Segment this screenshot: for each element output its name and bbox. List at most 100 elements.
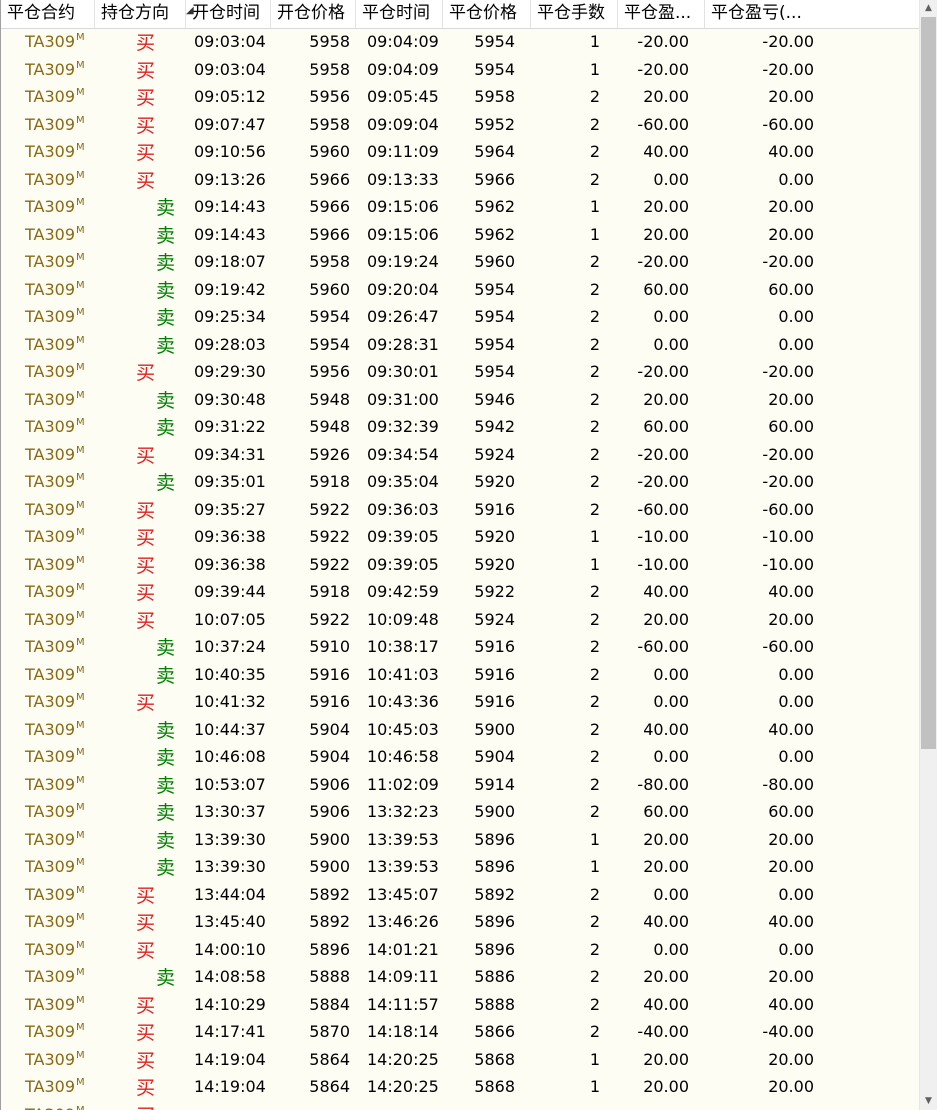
main-contract-marker: M <box>76 719 85 731</box>
table-row[interactable]: TA309M 买 09:03:04 5958 09:04:09 5954 1 -20.00 -2… <box>1 56 919 84</box>
cell-contract: TA309M <box>1 170 91 189</box>
table-row[interactable]: TA309M 买 09:05:12 5956 09:05:45 5958 2 20.00 20.… <box>1 83 919 111</box>
table-row[interactable]: TA309M 买 09:36:38 5922 09:39:05 5920 1 -10.00 -1… <box>1 523 919 551</box>
main-contract-marker: M <box>76 994 85 1006</box>
cell-close-time: 13:32:23 <box>367 802 439 822</box>
table-header: 平仓合约 持仓方向 ◢ 开仓时间 开仓价格 平仓时间 平仓价格 平仓手数 平仓盈.… <box>1 0 919 29</box>
cell-close-price: 5896 <box>474 939 515 959</box>
column-header-contract[interactable]: 平仓合约 <box>1 0 95 28</box>
cell-close-lots: 2 <box>589 417 600 437</box>
cell-close-price: 5946 <box>474 389 515 409</box>
table-row[interactable]: TA309M 买 10:07:05 5922 10:09:48 5924 2 20.00 20.… <box>1 606 919 634</box>
scroll-thumb[interactable] <box>921 17 936 749</box>
table-row[interactable]: TA309M 卖 14:08:58 5888 14:09:11 5886 2 20.00 20.… <box>1 963 919 991</box>
column-header-direction[interactable]: 持仓方向 <box>95 0 186 28</box>
contract-code: TA309 <box>25 114 76 134</box>
contract-code: TA309 <box>25 939 76 959</box>
column-header-close-pnl-detail[interactable]: 平仓盈亏(... <box>705 0 919 28</box>
cell-contract: TA309M <box>1 1105 91 1110</box>
column-header-close-price[interactable]: 平仓价格 <box>443 0 531 28</box>
table-row[interactable]: TA309M 买 09:35:27 5922 09:36:03 5916 2 -60.00 -6… <box>1 496 919 524</box>
cell-close-price: 5962 <box>474 197 515 217</box>
cell-close-pnl-detail: 0.00 <box>778 939 814 959</box>
cell-close-pnl: 40.00 <box>643 142 689 162</box>
table-row[interactable]: TA309M 买 09:34:31 5926 09:34:54 5924 2 -20.00 -2… <box>1 441 919 469</box>
cell-open-time: 13:39:30 <box>194 857 266 877</box>
cell-close-pnl-detail: -20.00 <box>762 444 814 464</box>
cell-direction: 买 <box>136 527 156 550</box>
column-header-open-price[interactable]: 开仓价格 <box>271 0 356 28</box>
contract-code: TA309 <box>25 582 76 602</box>
table-row[interactable]: TA309M 买 09:03:04 5958 09:04:09 5954 1 -20.00 -2… <box>1 28 919 56</box>
cell-open-price: 5884 <box>309 994 350 1014</box>
cell-close-time: 09:35:04 <box>367 472 439 492</box>
cell-close-lots: 2 <box>589 169 600 189</box>
cell-open-price: 5870 <box>309 1022 350 1042</box>
cell-close-price: 5964 <box>474 142 515 162</box>
cell-close-pnl: 0.00 <box>653 334 689 354</box>
cell-close-pnl: -20.00 <box>637 472 689 492</box>
cell-close-lots: 1 <box>589 527 600 547</box>
table-row[interactable]: TA309M 买 09:07:47 5958 09:09:04 5952 2 -60.00 -6… <box>1 111 919 139</box>
table-row[interactable]: TA309M 卖 09:25:34 5954 09:26:47 5954 2 0.00 0.00 <box>1 303 919 331</box>
cell-close-lots: 2 <box>589 252 600 272</box>
cell-direction: 买 <box>136 912 156 935</box>
table-row[interactable]: TA309M 卖 13:30:37 5906 13:32:23 5900 2 60.00 60.… <box>1 798 919 826</box>
table-row[interactable]: TA309M 卖 10:44:37 5904 10:45:03 5900 2 40.00 40.… <box>1 716 919 744</box>
cell-open-time: 09:35:27 <box>194 499 266 519</box>
table-row[interactable]: TA309M 买 14:17:41 5870 14:18:14 5866 2 -40.00 -4… <box>1 1018 919 1046</box>
cell-close-time: 09:05:45 <box>367 87 439 107</box>
table-row[interactable]: TA309M 买 13:45:40 5892 13:46:26 5896 2 40.00 40.… <box>1 908 919 936</box>
table-row[interactable]: TA309M 卖 13:39:30 5900 13:39:53 5896 1 20.00 20.… <box>1 853 919 881</box>
table-row[interactable]: TA309M 卖 09:28:03 5954 09:28:31 5954 2 0.00 0.00 <box>1 331 919 359</box>
cell-close-price: 5962 <box>474 224 515 244</box>
table-row[interactable]: TA309M 卖 13:39:30 5900 13:39:53 5896 1 20.00 20.… <box>1 826 919 854</box>
table-row[interactable]: TA309M买 <box>1 1101 919 1110</box>
cell-contract: TA309M <box>1 60 91 79</box>
table-row[interactable]: TA309M 卖 10:37:24 5910 10:38:17 5916 2 -60.00 -6… <box>1 633 919 661</box>
cell-close-time: 10:46:58 <box>367 747 439 767</box>
cell-close-pnl: 60.00 <box>643 279 689 299</box>
table-row[interactable]: TA309M 买 14:10:29 5884 14:11:57 5888 2 40.00 40.… <box>1 991 919 1019</box>
table-row[interactable]: TA309M 买 09:10:56 5960 09:11:09 5964 2 40.00 40.… <box>1 138 919 166</box>
column-header-close-lots[interactable]: 平仓手数 <box>531 0 618 28</box>
table-row[interactable]: TA309M 买 14:19:04 5864 14:20:25 5868 1 20.00 20.… <box>1 1046 919 1074</box>
table-row[interactable]: TA309M 卖 10:46:08 5904 10:46:58 5904 2 0.00 0.00 <box>1 743 919 771</box>
cell-close-time: 09:15:06 <box>367 224 439 244</box>
table-row[interactable]: TA309M 卖 09:19:42 5960 09:20:04 5954 2 60.00 60.… <box>1 276 919 304</box>
table-row[interactable]: TA309M 买 13:44:04 5892 13:45:07 5892 2 0.00 0.00 <box>1 881 919 909</box>
cell-close-lots: 1 <box>589 1077 600 1097</box>
column-header-close-time[interactable]: 平仓时间 <box>356 0 443 28</box>
cell-open-time: 13:30:37 <box>194 802 266 822</box>
table-row[interactable]: TA309M 买 09:29:30 5956 09:30:01 5954 2 -20.00 -2… <box>1 358 919 386</box>
cell-close-time: 13:39:53 <box>367 857 439 877</box>
contract-code: TA309 <box>25 637 76 657</box>
contract-code: TA309 <box>25 472 76 492</box>
table-row[interactable]: TA309M 卖 09:31:22 5948 09:32:39 5942 2 60.00 60.… <box>1 413 919 441</box>
table-row[interactable]: TA309M 卖 09:35:01 5918 09:35:04 5920 2 -20.00 -2… <box>1 468 919 496</box>
column-header-close-pnl[interactable]: 平仓盈... <box>618 0 705 28</box>
cell-close-time: 09:31:00 <box>367 389 439 409</box>
table-row[interactable]: TA309M 卖 10:53:07 5906 11:02:09 5914 2 -80.00 -8… <box>1 771 919 799</box>
cell-close-price: 5954 <box>474 334 515 354</box>
cell-close-time: 09:20:04 <box>367 279 439 299</box>
cell-close-pnl-detail: -20.00 <box>762 252 814 272</box>
scroll-down-arrow-icon[interactable]: ▼ <box>920 1093 937 1110</box>
table-row[interactable]: TA309M 买 14:00:10 5896 14:01:21 5896 2 0.00 0.00 <box>1 936 919 964</box>
column-header-open-time[interactable]: ◢ 开仓时间 <box>186 0 271 28</box>
table-row[interactable]: TA309M 买 10:41:32 5916 10:43:36 5916 2 0.00 0.00 <box>1 688 919 716</box>
table-row[interactable]: TA309M 卖 10:40:35 5916 10:41:03 5916 2 0.00 0.00 <box>1 661 919 689</box>
main-contract-marker: M <box>76 417 85 429</box>
table-row[interactable]: TA309M 买 09:36:38 5922 09:39:05 5920 1 -10.00 -1… <box>1 551 919 579</box>
table-row[interactable]: TA309M 卖 09:14:43 5966 09:15:06 5962 1 20.00 20.… <box>1 193 919 221</box>
table-row[interactable]: TA309M 买 14:19:04 5864 14:20:25 5868 1 20.00 20.… <box>1 1073 919 1101</box>
table-row[interactable]: TA309M 买 09:13:26 5966 09:13:33 5966 2 0.00 0.00 <box>1 166 919 194</box>
table-row[interactable]: TA309M 卖 09:14:43 5966 09:15:06 5962 1 20.00 20.… <box>1 221 919 249</box>
vertical-scrollbar[interactable]: ▲ ▼ <box>919 0 937 1110</box>
main-contract-marker: M <box>76 444 85 456</box>
main-contract-marker: M <box>76 1077 85 1089</box>
table-row[interactable]: TA309M 买 09:39:44 5918 09:42:59 5922 2 40.00 40.… <box>1 578 919 606</box>
table-row[interactable]: TA309M 卖 09:18:07 5958 09:19:24 5960 2 -20.00 -2… <box>1 248 919 276</box>
scroll-up-arrow-icon[interactable]: ▲ <box>920 0 937 17</box>
table-row[interactable]: TA309M 卖 09:30:48 5948 09:31:00 5946 2 20.00 20.… <box>1 386 919 414</box>
